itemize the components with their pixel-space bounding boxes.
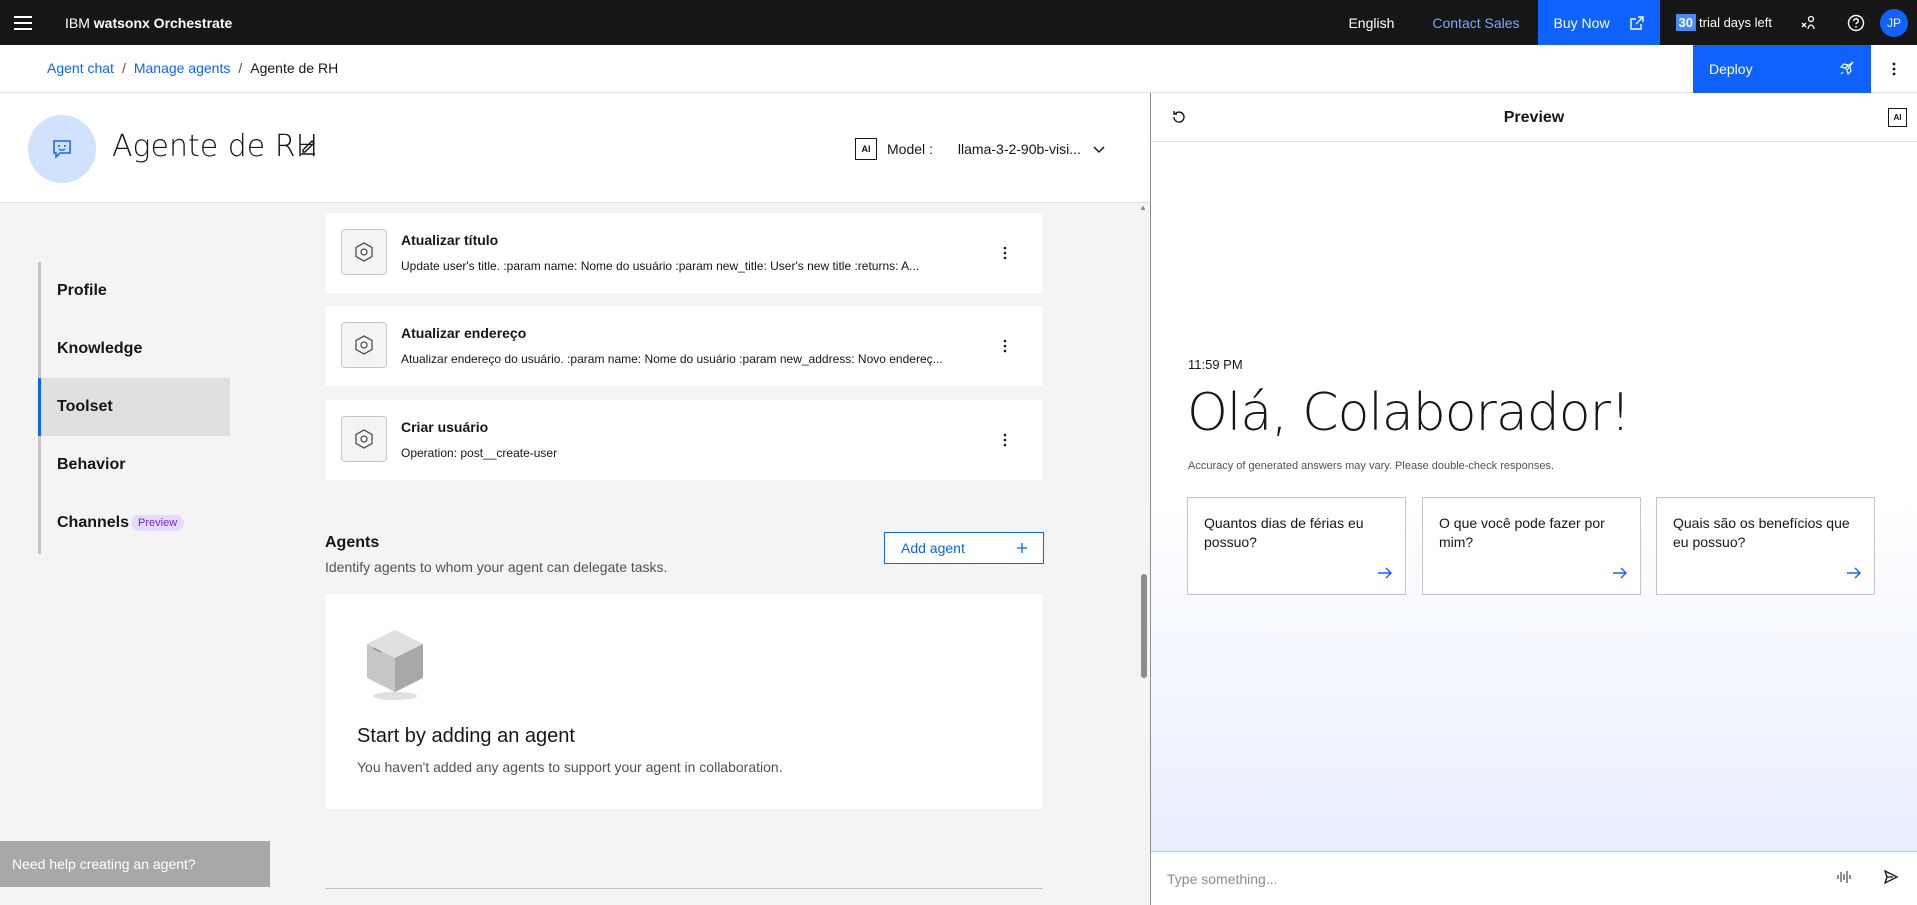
trial-days-count: 30 — [1675, 14, 1697, 31]
tool-options-icon[interactable] — [993, 241, 1017, 265]
agent-header: Agente de RH AI Model : llama-3-2-90b-vi… — [0, 93, 1150, 203]
buy-now-label: Buy Now — [1553, 14, 1610, 31]
preview-panel: Preview AI 11:59 PM Olá, Colaborador! Ac… — [1150, 93, 1917, 905]
agent-avatar-icon — [28, 115, 96, 183]
model-value: llama-3-2-90b-visi... — [957, 141, 1081, 157]
agents-section-title: Agents — [325, 534, 380, 551]
plus-icon — [1017, 540, 1027, 556]
add-agent-button[interactable]: Add agent — [884, 532, 1044, 564]
empty-state-subtitle: You haven't added any agents to support … — [357, 759, 783, 775]
tool-card[interactable]: Atualizar título Update user's title. :p… — [325, 213, 1043, 293]
ai-badge-icon[interactable]: AI — [1888, 108, 1907, 127]
preview-title: Preview — [1503, 109, 1565, 126]
breadcrumb-separator: / — [121, 60, 126, 76]
empty-state-title: Start by adding an agent — [357, 725, 575, 747]
scroll-up-arrow-icon[interactable]: ▲ — [1139, 203, 1147, 212]
send-icon[interactable] — [1883, 869, 1899, 890]
help-icon[interactable] — [1832, 0, 1880, 45]
suggestion-text: O que você pode fazer por mim? — [1439, 515, 1605, 550]
preview-tag: Preview — [131, 515, 185, 531]
contact-sales-link[interactable]: Contact Sales — [1414, 0, 1537, 45]
breadcrumb-agent-chat[interactable]: Agent chat — [47, 60, 114, 76]
chat-input[interactable] — [1167, 866, 1807, 892]
deploy-button[interactable]: Deploy — [1693, 45, 1871, 93]
need-help-button[interactable]: Need help creating an agent? — [0, 841, 270, 887]
suggestion-text: Quais são os benefícios que eu possuo? — [1673, 515, 1850, 550]
suggestion-text: Quantos dias de férias eu possuo? — [1204, 515, 1364, 550]
scrollbar-thumb[interactable] — [1141, 574, 1147, 678]
suggestion-card[interactable]: O que você pode fazer por mim? — [1422, 497, 1641, 595]
chevron-down-icon — [1093, 141, 1105, 157]
agents-section-subtitle: Identify agents to whom your agent can d… — [325, 559, 668, 575]
tool-options-icon[interactable] — [993, 428, 1017, 452]
tool-title: Atualizar título — [401, 232, 499, 248]
tool-title: Atualizar endereço — [401, 325, 527, 341]
more-options-icon[interactable] — [1871, 45, 1917, 93]
buy-now-button[interactable]: Buy Now — [1537, 0, 1660, 45]
tool-card[interactable]: Criar usuário Operation: post__create-us… — [325, 400, 1043, 480]
brand-name: watsonx Orchestrate — [93, 14, 233, 31]
sidenav-channels-label: Channels — [57, 514, 130, 531]
edit-name-icon[interactable] — [298, 137, 318, 162]
preview-header: Preview AI — [1151, 93, 1917, 142]
language-selector[interactable]: English — [1328, 0, 1414, 45]
breadcrumb-current: Agente de RH — [250, 60, 339, 76]
suggestion-card[interactable]: Quais são os benefícios que eu possuo? — [1656, 497, 1875, 595]
model-label: Model : — [887, 141, 933, 157]
tool-description: Update user's title. :param name: Nome d… — [401, 259, 920, 273]
trial-days-indicator: 30 trial days left — [1660, 0, 1784, 45]
chat-timestamp: 11:59 PM — [1188, 357, 1243, 372]
empty-box-icon — [363, 626, 427, 707]
tool-hexagon-icon — [341, 416, 387, 462]
top-navigation-bar: IBM watsonx Orchestrate English Contact … — [0, 0, 1917, 45]
chat-greeting: Olá, Colaborador! — [1187, 383, 1631, 443]
suggestion-card[interactable]: Quantos dias de férias eu possuo? — [1187, 497, 1406, 595]
tool-hexagon-icon — [341, 322, 387, 368]
agent-name-title: Agente de RH — [112, 129, 319, 164]
sidenav-item-knowledge[interactable]: Knowledge — [38, 320, 230, 378]
trial-days-label: trial days left — [1699, 15, 1772, 30]
model-selector[interactable]: AI Model : llama-3-2-90b-visi... — [855, 138, 1105, 160]
add-agent-label: Add agent — [901, 540, 965, 556]
accuracy-disclaimer: Accuracy of generated answers may vary. … — [1188, 460, 1555, 472]
agents-empty-state: Start by adding an agent You haven't add… — [325, 594, 1043, 809]
tool-description: Atualizar endereço do usuário. :param na… — [401, 352, 943, 366]
arrow-right-icon — [1846, 565, 1862, 584]
switcher-icon[interactable] — [1784, 0, 1832, 45]
section-divider — [325, 888, 1043, 889]
breadcrumb-separator: / — [238, 60, 243, 76]
tool-description: Operation: post__create-user — [401, 446, 558, 460]
side-nav: Profile Knowledge Toolset Behavior Chann… — [38, 262, 230, 552]
breadcrumb-manage-agents[interactable]: Manage agents — [134, 60, 231, 76]
rocket-icon — [1839, 60, 1855, 79]
breadcrumb: Agent chat / Manage agents / Agente de R… — [47, 60, 338, 76]
sidenav-item-channels[interactable]: Channels Preview — [38, 494, 230, 552]
user-avatar[interactable]: JP — [1880, 8, 1908, 37]
sidenav-item-behavior[interactable]: Behavior — [38, 436, 230, 494]
external-link-icon — [1615, 0, 1660, 45]
hamburger-menu-icon[interactable] — [0, 0, 45, 45]
arrow-right-icon — [1612, 565, 1628, 584]
brand-prefix: IBM — [65, 14, 94, 31]
tool-hexagon-icon — [341, 229, 387, 275]
sidenav-item-toolset[interactable]: Toolset — [38, 378, 230, 436]
tool-title: Criar usuário — [401, 419, 489, 435]
tool-card[interactable]: Atualizar endereço Atualizar endereço do… — [325, 306, 1043, 386]
tool-options-icon[interactable] — [993, 334, 1017, 358]
breadcrumb-bar: Agent chat / Manage agents / Agente de R… — [0, 45, 1917, 93]
arrow-right-icon — [1377, 565, 1393, 584]
ai-badge-icon: AI — [855, 138, 877, 160]
product-brand[interactable]: IBM watsonx Orchestrate — [65, 15, 232, 31]
chat-input-bar — [1151, 851, 1917, 905]
deploy-label: Deploy — [1709, 61, 1753, 77]
sidenav-item-profile[interactable]: Profile — [38, 262, 230, 320]
voice-input-icon[interactable] — [1836, 869, 1852, 890]
